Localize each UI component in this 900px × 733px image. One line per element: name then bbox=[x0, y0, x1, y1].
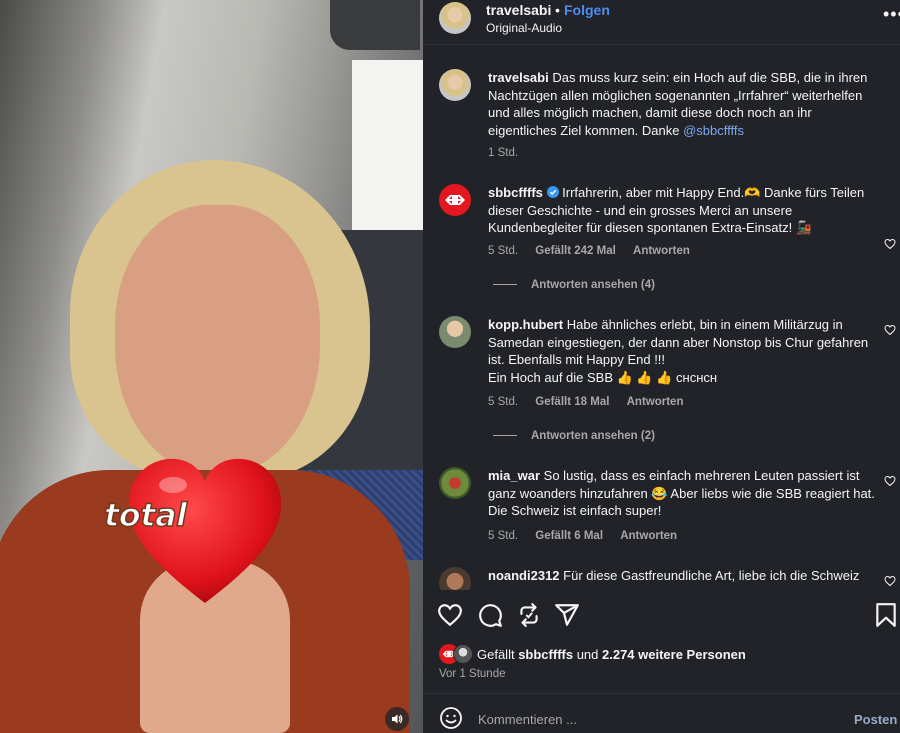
view-replies-button[interactable]: Antworten ansehen (4) bbox=[493, 279, 655, 291]
train-window bbox=[352, 60, 423, 235]
view-replies-label: Antworten ansehen (4) bbox=[531, 279, 655, 291]
comment-body: kopp.hubert Habe ähnliches erlebt, bin i… bbox=[488, 316, 878, 386]
comment-body: noandi2312 Für diese Gastfreundliche Art… bbox=[488, 567, 878, 585]
likes-others[interactable]: 2.274 weitere Personen bbox=[602, 647, 746, 662]
comment-meta: 1 Std. bbox=[488, 147, 532, 159]
comment-likes[interactable]: Gefällt 242 Mal bbox=[535, 245, 616, 257]
comment-meta: 5 Std. Gefällt 6 Mal Antworten bbox=[488, 530, 691, 542]
smiley-icon[interactable] bbox=[439, 706, 463, 730]
comment-like-heart-icon[interactable] bbox=[884, 324, 896, 336]
comment-text-line2: Ein Hoch auf die SBB 👍 👍 👍 ᴄʜᴄʜᴄʜ bbox=[488, 369, 718, 385]
reply-button[interactable]: Antworten bbox=[627, 396, 684, 408]
comment-input[interactable]: Kommentieren ... bbox=[478, 712, 577, 727]
likes-text: Gefällt sbbcffffs und 2.274 weitere Pers… bbox=[477, 647, 746, 662]
audio-label[interactable]: Original-Audio bbox=[486, 21, 562, 35]
comment-meta: 5 Std. Gefällt 242 Mal Antworten bbox=[488, 245, 704, 257]
likes-summary: Gefällt sbbcffffs und 2.274 weitere Pers… bbox=[423, 643, 900, 667]
comment-text: Für diese Gastfreundliche Art, liebe ich… bbox=[563, 568, 860, 583]
app-root: total travelsabi • Folgen Original-Audio… bbox=[0, 0, 900, 733]
post-time[interactable]: Vor 1 Stunde bbox=[439, 668, 506, 680]
comment-like-heart-icon[interactable] bbox=[884, 575, 896, 587]
repost-icon[interactable] bbox=[516, 602, 542, 628]
comment-username[interactable]: kopp.hubert bbox=[488, 317, 563, 332]
avatar[interactable] bbox=[439, 184, 471, 216]
sticker-text: total bbox=[103, 495, 188, 535]
comment-likes[interactable]: Gefällt 6 Mal bbox=[535, 530, 603, 542]
comment-text: So lustig, dass es einfach mehreren Leut… bbox=[488, 468, 875, 518]
comment-like-heart-icon[interactable] bbox=[884, 238, 896, 250]
comment-time: 5 Std. bbox=[488, 396, 519, 408]
share-icon[interactable] bbox=[554, 602, 580, 628]
post-panel: travelsabi • Folgen Original-Audio ••• t… bbox=[423, 0, 900, 733]
sbb-logo-icon bbox=[445, 195, 465, 205]
comment-composer: Kommentieren ... Posten bbox=[423, 694, 900, 733]
post-button[interactable]: Posten bbox=[854, 712, 897, 727]
bookmark-icon[interactable] bbox=[873, 602, 899, 628]
comment-time: 1 Std. bbox=[488, 147, 519, 159]
reply-button[interactable]: Antworten bbox=[633, 245, 690, 257]
avatar[interactable] bbox=[453, 644, 473, 664]
view-replies-button[interactable]: Antworten ansehen (2) bbox=[493, 430, 655, 442]
comment-text: Irrfahrerin, aber mit Happy End.🫶 Danke … bbox=[488, 185, 865, 235]
header-username[interactable]: travelsabi bbox=[486, 2, 551, 18]
mute-button[interactable] bbox=[385, 707, 409, 731]
action-bar bbox=[423, 590, 900, 640]
view-replies-label: Antworten ansehen (2) bbox=[531, 430, 655, 442]
mention-link[interactable]: @sbbcffffs bbox=[683, 123, 744, 138]
comment-time: 5 Std. bbox=[488, 245, 519, 257]
ceiling-vent bbox=[330, 0, 420, 50]
more-horizontal-icon[interactable]: ••• bbox=[883, 4, 900, 25]
likes-middle: und bbox=[573, 647, 602, 662]
follow-button[interactable]: Folgen bbox=[564, 2, 610, 18]
comment-username[interactable]: noandi2312 bbox=[488, 568, 560, 583]
separator-dot: • bbox=[555, 2, 560, 18]
avatar[interactable] bbox=[439, 2, 471, 34]
comment-body: mia_war So lustig, dass es einfach mehre… bbox=[488, 467, 878, 520]
heart-icon[interactable] bbox=[437, 602, 463, 628]
comment-meta: 5 Std. Gefällt 18 Mal Antworten bbox=[488, 396, 697, 408]
post-header: travelsabi • Folgen Original-Audio ••• bbox=[423, 0, 900, 44]
reel-video[interactable]: total bbox=[0, 0, 423, 733]
replies-line bbox=[493, 435, 517, 437]
avatar[interactable] bbox=[439, 316, 471, 348]
comment-username[interactable]: mia_war bbox=[488, 468, 540, 483]
comment-icon[interactable] bbox=[477, 602, 503, 628]
comment-username[interactable]: travelsabi bbox=[488, 70, 549, 85]
avatar[interactable] bbox=[439, 567, 471, 590]
likes-prefix: Gefällt bbox=[477, 647, 519, 662]
comment-body: travelsabi Das muss kurz sein: ein Hoch … bbox=[488, 69, 878, 139]
comment-likes[interactable]: Gefällt 18 Mal bbox=[535, 396, 609, 408]
replies-line bbox=[493, 284, 517, 286]
comments-list[interactable]: travelsabi Das muss kurz sein: ein Hoch … bbox=[423, 45, 900, 590]
liker-avatars bbox=[439, 644, 475, 664]
likes-user[interactable]: sbbcffffs bbox=[518, 647, 573, 662]
comment-username[interactable]: sbbcffffs bbox=[488, 185, 543, 200]
avatar[interactable] bbox=[439, 69, 471, 101]
comment-body: sbbcffffs Irrfahrerin, aber mit Happy En… bbox=[488, 184, 878, 237]
person-face bbox=[115, 205, 320, 475]
comment-time: 5 Std. bbox=[488, 530, 519, 542]
reply-button[interactable]: Antworten bbox=[620, 530, 677, 542]
speaker-icon bbox=[392, 714, 403, 724]
verified-badge-icon bbox=[546, 186, 559, 198]
comment-like-heart-icon[interactable] bbox=[884, 475, 896, 487]
avatar[interactable] bbox=[439, 467, 471, 499]
